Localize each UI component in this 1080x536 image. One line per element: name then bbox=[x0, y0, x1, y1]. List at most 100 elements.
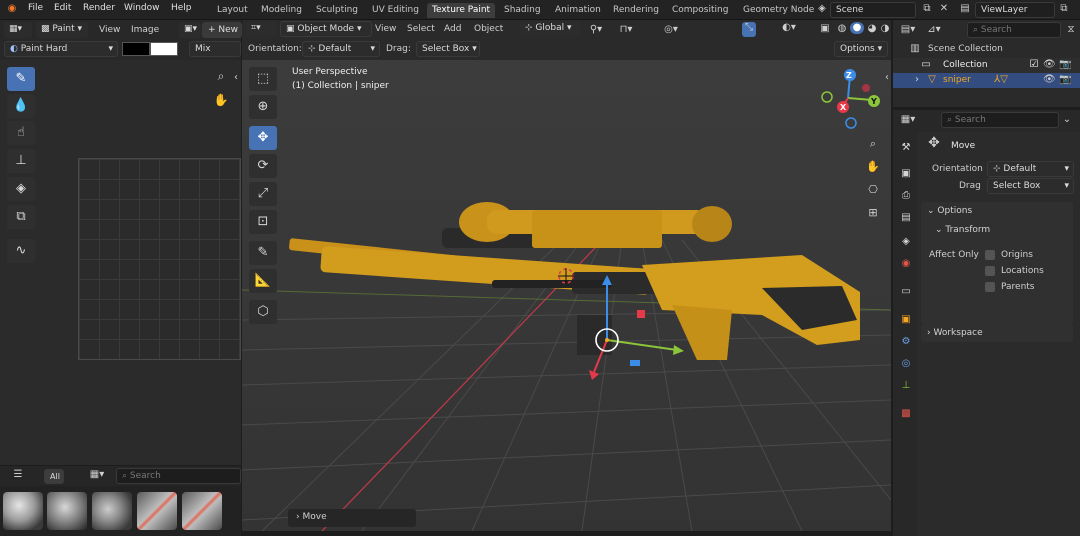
editor-type-button[interactable]: ▦▾ bbox=[4, 22, 32, 38]
brush-thumbnail[interactable] bbox=[182, 492, 222, 530]
transform-subpanel-header[interactable]: ⌄ Transform bbox=[931, 222, 1071, 238]
xray-icon[interactable]: ▣ bbox=[818, 23, 832, 35]
menu-window[interactable]: Window bbox=[124, 3, 160, 13]
brush-search-input[interactable]: ⌕ Search bbox=[116, 468, 241, 484]
secondary-color-swatch[interactable] bbox=[150, 42, 178, 56]
view-layer-tab-icon[interactable]: ▤ bbox=[898, 210, 914, 226]
drag-dropdown[interactable]: Select Box ▾ bbox=[416, 41, 480, 57]
zoom-view-icon[interactable]: ⌕ bbox=[863, 134, 883, 154]
draw-tool-button[interactable]: ✎ bbox=[7, 67, 35, 91]
cursor-tool-button[interactable]: ⊕ bbox=[249, 95, 277, 119]
outliner-editor-type[interactable]: ▤▾ bbox=[897, 24, 919, 36]
rotate-tool-button[interactable]: ⟳ bbox=[249, 154, 277, 178]
transform-orientation-selector[interactable]: ⊹ Global ▾ bbox=[520, 21, 580, 37]
collection-tab-icon[interactable]: ▭ bbox=[898, 284, 914, 300]
filter-all-button[interactable]: All bbox=[44, 469, 64, 484]
select-box-tool-button[interactable]: ⬚ bbox=[249, 67, 277, 91]
properties-editor-type[interactable]: ▦▾ bbox=[897, 114, 919, 126]
new-image-button[interactable]: + New bbox=[202, 22, 242, 38]
annotate-tool-button[interactable]: ∿ bbox=[7, 239, 35, 263]
brush-thumbnail[interactable] bbox=[137, 492, 177, 530]
tab-rendering[interactable]: Rendering bbox=[608, 3, 664, 18]
exclude-checkbox-icon[interactable]: ☑ bbox=[1028, 59, 1040, 71]
gizmo-toggle-icon[interactable]: ⤡ bbox=[742, 22, 756, 37]
tab-compositing[interactable]: Compositing bbox=[667, 3, 733, 18]
menu-help[interactable]: Help bbox=[171, 3, 192, 13]
pan-hand-icon[interactable]: ✋ bbox=[212, 94, 230, 106]
object-tab-icon[interactable]: ▣ bbox=[898, 312, 914, 328]
menu-edit[interactable]: Edit bbox=[54, 3, 71, 13]
output-tab-icon[interactable]: ⎙ bbox=[898, 188, 914, 204]
sniper-object-row[interactable]: › ▽ sniper ⅄▽ 👁 📷 bbox=[893, 73, 1080, 88]
new-scene-icon[interactable]: ⧉ bbox=[920, 3, 934, 15]
viewport-options-button[interactable]: Options ▾ bbox=[834, 41, 888, 57]
render-tab-icon[interactable]: ▣ bbox=[898, 166, 914, 182]
outliner-search-input[interactable]: ⌕ Search bbox=[967, 22, 1061, 38]
material-shading-icon[interactable]: ◕ bbox=[866, 23, 878, 35]
scale-tool-button[interactable]: ⤢ bbox=[249, 182, 277, 206]
paint-mode-selector[interactable]: ▩ Paint ▾ bbox=[36, 22, 88, 38]
menu-file[interactable]: File bbox=[28, 3, 43, 13]
brush-thumbnail[interactable] bbox=[3, 492, 43, 530]
scene-tab-icon[interactable]: ◈ bbox=[898, 234, 914, 250]
tab-shading[interactable]: Shading bbox=[499, 3, 546, 18]
orientation-dropdown[interactable]: ⊹ Default ▾ bbox=[987, 161, 1074, 177]
viewport-object-menu[interactable]: Object bbox=[474, 24, 503, 34]
tab-geometry-nodes[interactable]: Geometry Node bbox=[738, 3, 819, 18]
tab-layout[interactable]: Layout bbox=[212, 3, 253, 18]
fill-tool-button[interactable]: ◈ bbox=[7, 177, 35, 201]
workspace-section[interactable]: › Workspace bbox=[921, 324, 1073, 342]
mask-tool-button[interactable]: ⧉ bbox=[7, 205, 35, 229]
collection-row[interactable]: ▭ Collection ☑ 👁 📷 bbox=[893, 58, 1080, 73]
image-menu[interactable]: Image bbox=[131, 25, 159, 35]
options-header[interactable]: ⌄ Options bbox=[921, 202, 1073, 220]
drag-dropdown[interactable]: Select Box ▾ bbox=[987, 178, 1074, 194]
object-mode-selector[interactable]: ▣ Object Mode ▾ bbox=[280, 21, 372, 37]
expand-chevron-icon[interactable]: › bbox=[913, 74, 921, 86]
locations-checkbox[interactable] bbox=[985, 266, 995, 276]
render-camera-icon[interactable]: 📷 bbox=[1059, 59, 1071, 71]
visibility-eye-icon[interactable]: 👁 bbox=[1043, 59, 1056, 71]
menu-render[interactable]: Render bbox=[83, 3, 115, 13]
blender-logo-icon[interactable]: ◉ bbox=[5, 3, 19, 15]
brush-thumbnail[interactable] bbox=[92, 492, 132, 530]
properties-pin-icon[interactable]: ⌄ bbox=[1061, 114, 1073, 126]
scene-icon[interactable]: ◈ bbox=[815, 3, 829, 15]
viewport-canvas[interactable]: Z Y X User Perspective (1) Collection | … bbox=[242, 60, 891, 531]
blend-mode-selector[interactable]: Mix bbox=[189, 41, 241, 57]
brush-thumbnail[interactable] bbox=[47, 492, 87, 530]
viewport-add-menu[interactable]: Add bbox=[444, 24, 461, 34]
view-layer-selector[interactable]: ViewLayer bbox=[975, 2, 1055, 18]
viewport-view-menu[interactable]: View bbox=[375, 24, 396, 34]
render-camera-icon[interactable]: 📷 bbox=[1059, 74, 1071, 86]
visibility-eye-icon[interactable]: 👁 bbox=[1043, 74, 1056, 86]
annotate-tool-button[interactable]: ✎ bbox=[249, 241, 277, 265]
tab-sculpting[interactable]: Sculpting bbox=[311, 3, 363, 18]
transform-tool-button[interactable]: ⊡ bbox=[249, 210, 277, 234]
tab-modeling[interactable]: Modeling bbox=[256, 3, 307, 18]
view-layer-icon[interactable]: ▤ bbox=[958, 3, 972, 15]
tool-tab-icon[interactable]: ⚒ bbox=[898, 140, 914, 156]
physics-tab-icon[interactable]: ◎ bbox=[898, 356, 914, 372]
wireframe-shading-icon[interactable]: ◍ bbox=[836, 23, 848, 35]
pan-view-icon[interactable]: ✋ bbox=[863, 157, 883, 177]
soften-tool-button[interactable]: 💧 bbox=[7, 94, 35, 118]
snap-icon[interactable]: ⊓▾ bbox=[615, 24, 637, 36]
rendered-shading-icon[interactable]: ◑ bbox=[879, 23, 891, 35]
last-operation-panel[interactable]: › Move bbox=[288, 509, 416, 527]
properties-search-input[interactable]: ⌕ Search bbox=[941, 112, 1059, 128]
overlay-icon[interactable]: ◐▾ bbox=[778, 22, 800, 34]
primary-color-swatch[interactable] bbox=[122, 42, 150, 56]
viewport-select-menu[interactable]: Select bbox=[407, 24, 435, 34]
outliner-options-icon[interactable]: ⧖ bbox=[1065, 24, 1077, 36]
parents-checkbox[interactable] bbox=[985, 282, 995, 292]
origins-checkbox[interactable] bbox=[985, 250, 995, 260]
brush-selector[interactable]: ◐ Paint Hard ▾ bbox=[4, 41, 118, 57]
proportional-edit-icon[interactable]: ◎▾ bbox=[660, 24, 682, 36]
sidebar-toggle-icon[interactable]: ‹ bbox=[232, 72, 240, 84]
move-tool-button[interactable]: ✥ bbox=[249, 126, 277, 150]
world-tab-icon[interactable]: ◉ bbox=[898, 256, 914, 272]
image-browse-button[interactable]: ▣▾ bbox=[179, 22, 201, 38]
scene-collection-label[interactable]: Scene Collection bbox=[928, 44, 1003, 54]
constraints-tab-icon[interactable]: ⊥ bbox=[898, 378, 914, 394]
